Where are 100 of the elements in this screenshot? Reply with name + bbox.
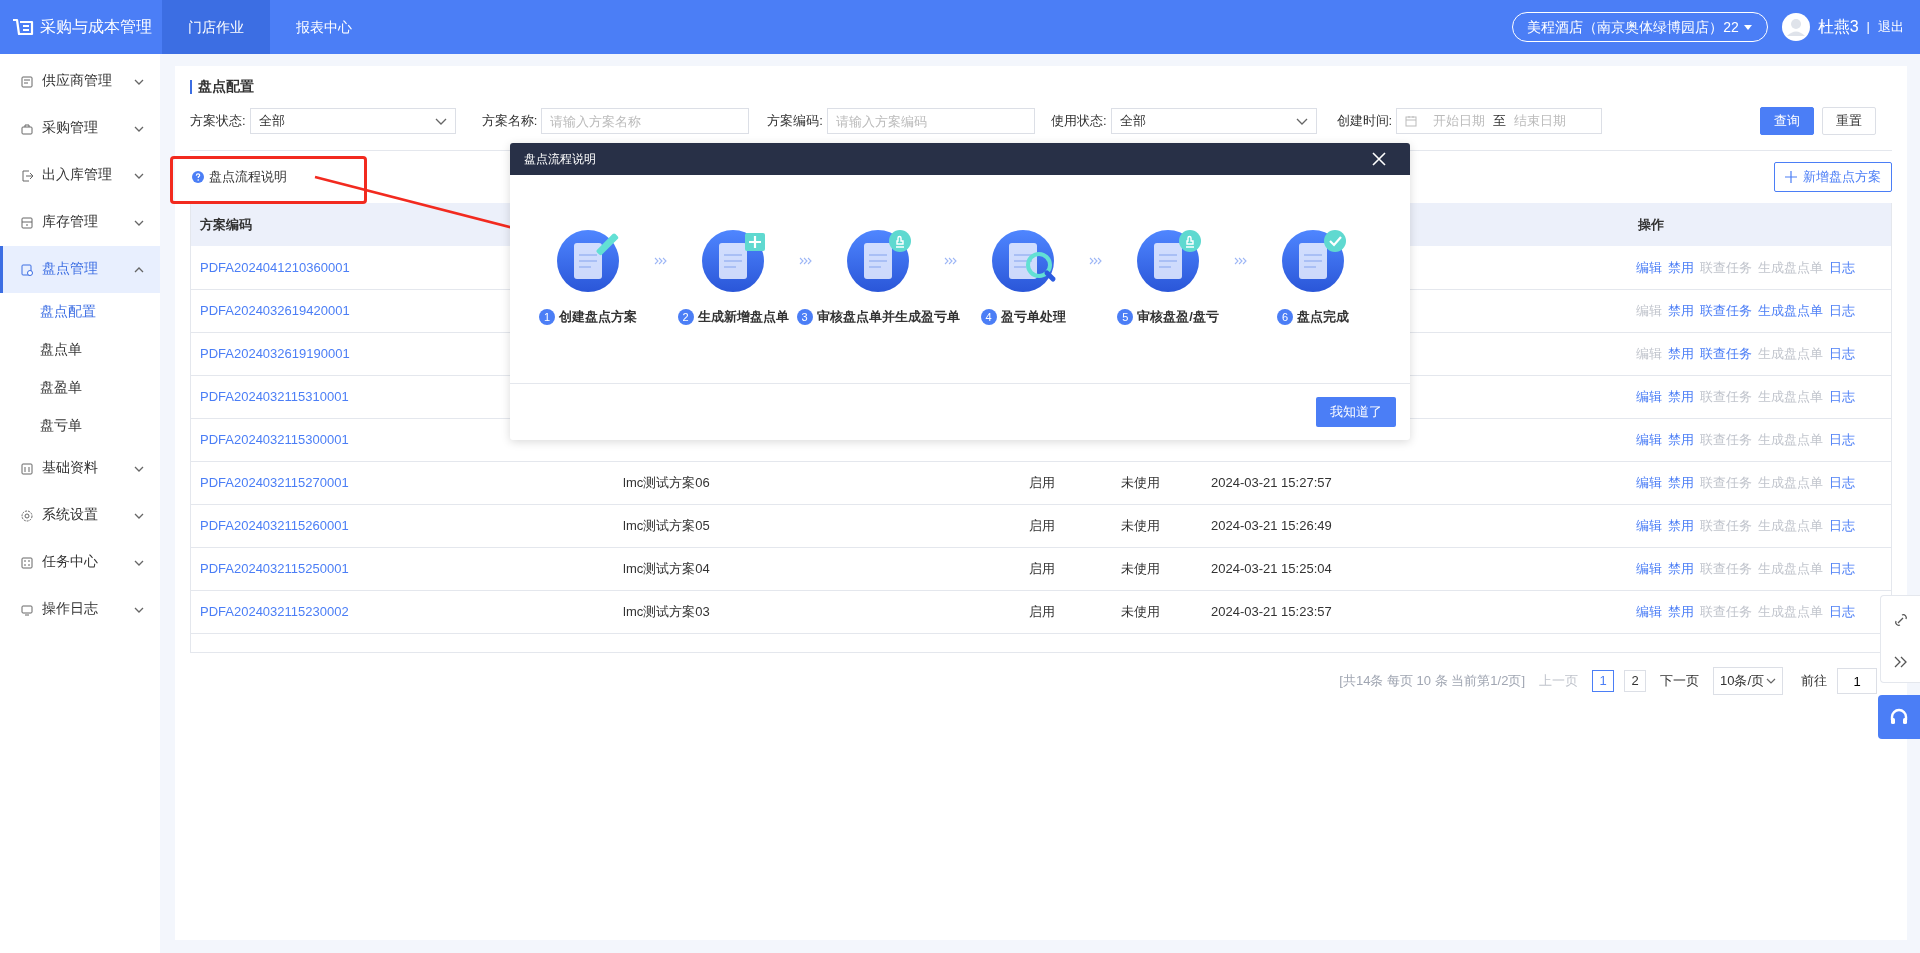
action-link[interactable]: 日志 <box>1829 431 1855 447</box>
action-link[interactable]: 禁用 <box>1668 474 1694 490</box>
step-number: 3 <box>796 308 813 325</box>
plan-code-link[interactable]: PDFA2024032619190001 <box>200 345 350 361</box>
page-size-select[interactable]: 10条/页 <box>1713 667 1783 695</box>
logo-icon <box>10 16 34 38</box>
action-link[interactable]: 日志 <box>1829 302 1855 318</box>
chevrons-icon <box>654 257 667 265</box>
action-link[interactable]: 日志 <box>1829 474 1855 490</box>
plan-code-link[interactable]: PDFA2024032115260001 <box>200 517 349 533</box>
app-title: 采购与成本管理 <box>40 17 152 37</box>
action-link[interactable]: 禁用 <box>1668 560 1694 576</box>
add-plan-button[interactable]: 新增盘点方案 <box>1774 162 1892 192</box>
step-number: 2 <box>677 308 694 325</box>
double-chevron-icon[interactable] <box>1894 655 1907 668</box>
sidebar-item[interactable]: 供应商管理 <box>0 58 160 105</box>
page-button[interactable]: 2 <box>1624 670 1646 692</box>
plan-code-link[interactable]: PDFA2024032115250001 <box>200 560 349 576</box>
action-link[interactable]: 编辑 <box>1636 560 1662 576</box>
table-cell: 未使用 <box>1120 603 1160 619</box>
plan-code-link[interactable]: PDFA2024032115230002 <box>200 603 349 619</box>
action-link[interactable]: 禁用 <box>1668 517 1694 533</box>
confirm-button[interactable]: 我知道了 <box>1316 397 1396 427</box>
sidebar-item[interactable]: 盘点管理 <box>0 246 160 293</box>
plan-code-link[interactable]: PDFA2024032115270001 <box>200 474 349 490</box>
chevron-down-icon <box>134 124 144 133</box>
search-button[interactable]: 查询 <box>1760 107 1814 135</box>
reset-button[interactable]: 重置 <box>1822 107 1876 135</box>
next-page-button[interactable]: 下一页 <box>1656 671 1703 691</box>
action-link[interactable]: 禁用 <box>1668 388 1694 404</box>
sidebar-subitem[interactable]: 盘盈单 <box>0 369 160 407</box>
table-cell: lmc测试方案03 <box>623 603 710 619</box>
close-icon[interactable] <box>1372 152 1386 166</box>
plan-code-link[interactable]: PDFA2024041210360001 <box>200 259 350 275</box>
chevrons-icon <box>1234 257 1247 265</box>
action-link[interactable]: 日志 <box>1829 388 1855 404</box>
plan-code-link[interactable]: PDFA2024032115300001 <box>200 431 349 447</box>
table-cell: 未使用 <box>1120 474 1160 490</box>
action-link[interactable]: 编辑 <box>1636 603 1662 619</box>
sidebar-item[interactable]: 库存管理 <box>0 199 160 246</box>
action-link[interactable]: 编辑 <box>1636 431 1662 447</box>
action-link[interactable]: 编辑 <box>1636 259 1662 275</box>
help-icon <box>192 171 204 183</box>
action-link[interactable]: 禁用 <box>1668 603 1694 619</box>
input-field[interactable]: 请输入方案编码 <box>826 108 1035 134</box>
action-link[interactable]: 日志 <box>1829 560 1855 576</box>
action-link[interactable]: 生成盘点单 <box>1758 302 1823 318</box>
step-number: 4 <box>980 308 997 325</box>
plan-code-link[interactable]: PDFA2024032619420001 <box>200 302 350 318</box>
select-field[interactable]: 全部 <box>1110 108 1317 134</box>
table-cell: lmc测试方案06 <box>623 474 710 490</box>
chevron-down-icon <box>134 77 144 86</box>
sidebar-item[interactable]: 基础资料 <box>0 445 160 492</box>
help-link[interactable]: 盘点流程说明 <box>192 167 287 187</box>
step-label: 审核盘盈/盘亏 <box>1137 308 1219 326</box>
action-link[interactable]: 日志 <box>1829 517 1855 533</box>
logout-link[interactable]: 退出 <box>1878 17 1904 37</box>
action-link[interactable]: 禁用 <box>1668 431 1694 447</box>
action-link[interactable]: 联查任务 <box>1700 345 1752 361</box>
action-link[interactable]: 联查任务 <box>1700 302 1752 318</box>
sidebar-item[interactable]: 出入库管理 <box>0 152 160 199</box>
select-field[interactable]: 全部 <box>249 108 456 134</box>
monitor-icon <box>20 602 34 617</box>
sidebar-item[interactable]: 采购管理 <box>0 105 160 152</box>
chevron-down-icon <box>134 464 144 473</box>
page-button[interactable]: 1 <box>1592 670 1614 692</box>
input-field[interactable]: 请输入方案名称 <box>541 108 750 134</box>
chevron-down-icon <box>134 218 144 227</box>
action-link[interactable]: 禁用 <box>1668 302 1694 318</box>
action-link[interactable]: 日志 <box>1829 259 1855 275</box>
step-number: 1 <box>539 308 555 325</box>
avatar-icon <box>1781 13 1810 41</box>
action-link[interactable]: 编辑 <box>1636 517 1662 533</box>
action-link[interactable]: 日志 <box>1829 345 1855 361</box>
action-link[interactable]: 禁用 <box>1668 259 1694 275</box>
table-cell: lmc测试方案04 <box>623 560 710 576</box>
table-cell: 启用 <box>1028 474 1055 490</box>
column-header: 方案编码 <box>200 216 252 232</box>
step-label: 生成新增盘点单 <box>697 308 789 326</box>
field-label: 使用状态: <box>1050 112 1107 131</box>
sidebar-item[interactable]: 操作日志 <box>0 586 160 633</box>
field-label: 方案状态: <box>190 112 246 131</box>
sidebar-subitem[interactable]: 盘点配置 <box>0 293 160 331</box>
action-link[interactable]: 禁用 <box>1668 345 1694 361</box>
date-range-field[interactable]: 开始日期 至 结束日期 <box>1396 108 1603 134</box>
support-button[interactable] <box>1878 695 1920 739</box>
sidebar-item[interactable]: 任务中心 <box>0 539 160 586</box>
sidebar-subitem[interactable]: 盘点单 <box>0 331 160 369</box>
table-cell: 2024-03-21 15:25:04 <box>1211 560 1332 576</box>
sidebar-subitem[interactable]: 盘亏单 <box>0 407 160 445</box>
action-link[interactable]: 编辑 <box>1636 388 1662 404</box>
step-label: 审核盘点单并生成盈亏单 <box>816 308 960 326</box>
action-link[interactable]: 日志 <box>1829 603 1855 619</box>
sidebar-item[interactable]: 系统设置 <box>0 492 160 539</box>
plan-code-link[interactable]: PDFA2024032115310001 <box>200 388 349 404</box>
exit-icon <box>20 168 34 183</box>
nav-tab[interactable]: 报表中心 <box>270 0 378 54</box>
page-input[interactable]: 1 <box>1837 668 1877 694</box>
nav-tab[interactable]: 门店作业 <box>162 0 270 54</box>
action-link[interactable]: 编辑 <box>1636 474 1662 490</box>
